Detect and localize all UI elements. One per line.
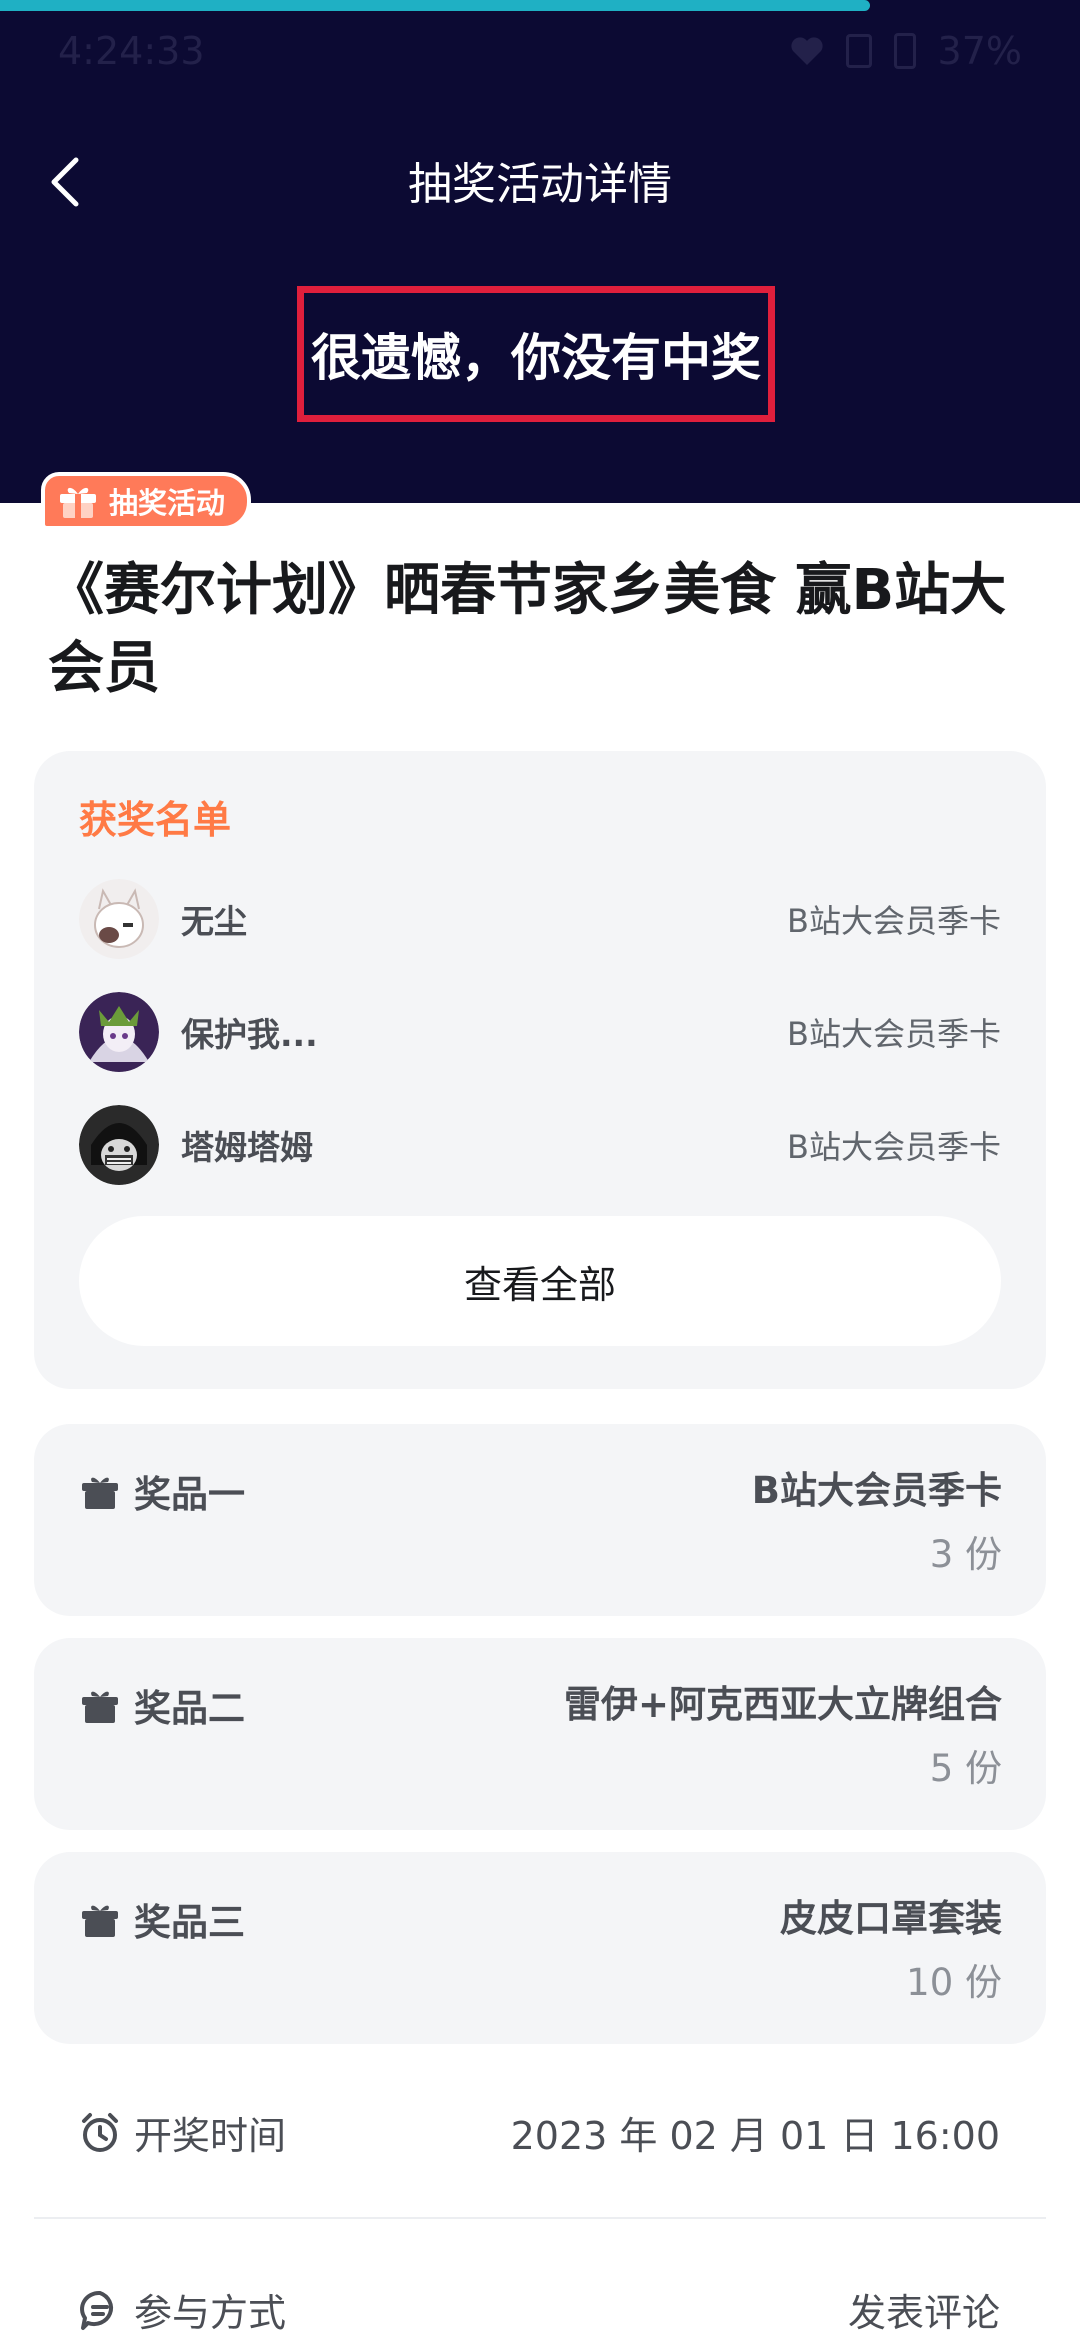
prize-name: B站大会员季卡: [751, 1469, 1002, 1512]
view-all-button[interactable]: 查看全部: [79, 1216, 1001, 1346]
header: 4:24:33 37% 抽奖活动详情 很遗憾，你没有中奖: [0, 0, 1080, 503]
gift-box-icon: [82, 1905, 118, 1937]
loading-progress-bar: [0, 0, 870, 11]
winner-name: 塔姆塔姆: [181, 1128, 313, 1167]
prize-count: 10 份: [906, 1961, 1002, 2004]
prize-label: 奖品二: [134, 1687, 245, 1730]
winner-row[interactable]: 塔姆塔姆 B站大会员季卡: [79, 1105, 1001, 1185]
participation-label: 参与方式: [134, 2291, 287, 2335]
winner-row[interactable]: 保护我... B站大会员季卡: [79, 992, 1001, 1072]
prize-card: 奖品二 雷伊+阿克西亚大立牌组合 5 份: [34, 1638, 1046, 1830]
page-title: 抽奖活动详情: [408, 159, 672, 210]
winner-prize: B站大会员季卡: [787, 1015, 1001, 1053]
draw-time-label: 开奖时间: [134, 2114, 287, 2158]
status-icons: 37%: [790, 29, 1022, 73]
prize-header: 奖品二: [80, 1678, 245, 1732]
alarm-clock-icon: [82, 2112, 118, 2152]
activity-tag: 抽奖活动: [41, 472, 252, 530]
prize-count: 5 份: [929, 1747, 1002, 1790]
avatar: [79, 879, 159, 959]
participation-label-group: 参与方式: [78, 2282, 286, 2337]
prize-name: 皮皮口罩套装: [780, 1897, 1002, 1940]
winner-prize: B站大会员季卡: [787, 1128, 1001, 1166]
winner-prize: B站大会员季卡: [787, 902, 1001, 940]
prize-card: 奖品一 B站大会员季卡 3 份: [34, 1424, 1046, 1616]
winner-row[interactable]: 无尘 B站大会员季卡: [79, 879, 1001, 959]
avatar: [79, 992, 159, 1072]
draw-time-value: 2023 年 02 月 01 日 16:00: [510, 2114, 1000, 2158]
prize-count: 3 份: [929, 1533, 1002, 1576]
winner-name: 无尘: [181, 902, 247, 941]
battery-level: 37%: [937, 29, 1022, 73]
status-bar: 4:24:33 37%: [58, 24, 1022, 78]
lottery-result-text: 很遗憾，你没有中奖: [311, 329, 761, 387]
gift-box-icon: [82, 1477, 118, 1509]
lottery-result-banner: 很遗憾，你没有中奖: [297, 286, 775, 422]
prize-header: 奖品三: [80, 1892, 245, 1946]
heart-icon: [790, 37, 823, 65]
prize-label: 奖品一: [134, 1473, 245, 1516]
draw-time-label-group: 开奖时间: [78, 2105, 286, 2160]
battery-icon: [893, 33, 916, 69]
participation-row[interactable]: 参与方式 发表评论: [78, 2282, 1000, 2337]
avatar: [79, 1105, 159, 1185]
activity-title: 《赛尔计划》晒春节家乡美食 赢B站大会员: [48, 558, 1007, 701]
activity-tag-label: 抽奖活动: [109, 486, 226, 520]
gift-box-icon: [82, 1691, 118, 1723]
gift-icon: [60, 487, 96, 518]
prize-card: 奖品三 皮皮口罩套装 10 份: [34, 1852, 1046, 2044]
prize-label: 奖品三: [134, 1901, 245, 1944]
divider: [34, 2217, 1046, 2219]
prize-header: 奖品一: [80, 1464, 245, 1518]
status-time: 4:24:33: [58, 29, 205, 73]
draw-time-row: 开奖时间 2023 年 02 月 01 日 16:00: [78, 2105, 1000, 2160]
signal-icon: [845, 34, 872, 68]
winner-name: 保护我...: [181, 1015, 318, 1054]
prize-name: 雷伊+阿克西亚大立牌组合: [563, 1683, 1002, 1726]
winners-title: 获奖名单: [79, 798, 232, 842]
comment-icon: [80, 2290, 114, 2330]
winners-card: 获奖名单 无尘 B站大会员季卡 保护我... B站大会员季卡 塔姆塔姆 B站大会…: [34, 751, 1046, 1389]
participation-value: 发表评论: [847, 2291, 1000, 2335]
